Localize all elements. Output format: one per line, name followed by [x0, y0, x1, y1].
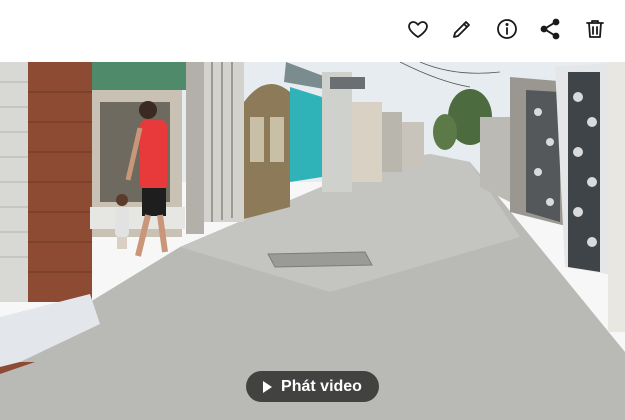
play-icon — [263, 380, 273, 393]
delete-button[interactable] — [580, 14, 610, 44]
street-scene-image — [0, 62, 625, 420]
video-frame[interactable] — [0, 62, 625, 420]
info-icon — [497, 19, 517, 39]
favorite-button[interactable] — [403, 14, 433, 44]
play-video-label: Phát video — [281, 377, 362, 395]
edit-button[interactable] — [447, 14, 477, 44]
trash-icon — [586, 20, 604, 38]
info-button[interactable] — [492, 14, 522, 44]
share-icon — [540, 18, 560, 40]
pencil-icon — [453, 21, 470, 38]
top-toolbar — [0, 0, 625, 62]
play-video-button[interactable]: Phát video — [246, 371, 379, 402]
heart-icon — [408, 21, 428, 38]
share-button[interactable] — [535, 14, 565, 44]
